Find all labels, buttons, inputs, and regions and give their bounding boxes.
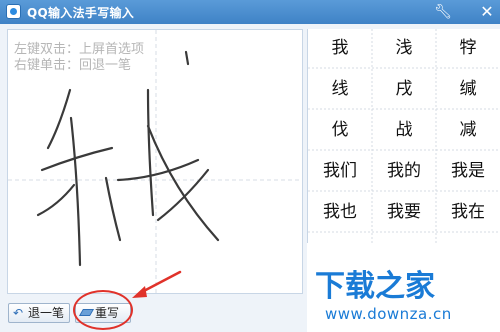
candidate-phrase[interactable]: 我们 <box>308 153 372 190</box>
candidate-char[interactable]: 战 <box>372 112 436 149</box>
undo-stroke-label: 退一笔 <box>28 306 65 320</box>
candidate-char[interactable]: 牸 <box>436 30 500 67</box>
annotation-arrow <box>132 270 182 298</box>
candidate-phrase[interactable]: 我是 <box>436 153 500 190</box>
candidate-phrase[interactable]: 我要 <box>372 194 436 231</box>
watermark-logo: 下载之家 <box>315 269 435 304</box>
stroke-3 <box>69 116 82 267</box>
candidate-char[interactable]: 减 <box>436 112 500 149</box>
candidate-char[interactable]: 我 <box>308 30 372 67</box>
candidate-char[interactable]: 线 <box>308 71 372 108</box>
handwriting-pad[interactable]: 左键双击：上屏首选项 右键单击：回退一笔 <box>7 29 303 294</box>
stroke-8 <box>146 124 220 242</box>
candidate-phrase[interactable]: 我在 <box>436 194 500 231</box>
annotation-circle <box>73 290 133 330</box>
title-bar[interactable]: QQ输入法手写输入 🔧︎ ✕ <box>0 0 500 24</box>
stroke-6 <box>146 88 155 217</box>
candidate-char[interactable]: 戌 <box>372 71 436 108</box>
stroke-5 <box>104 176 122 242</box>
close-icon[interactable]: ✕ <box>478 3 496 21</box>
site-watermark: 下载之家 www.downza.cn <box>307 243 500 332</box>
stroke-2 <box>40 146 114 172</box>
app-logo-icon <box>6 4 21 19</box>
handwritten-strokes <box>36 50 220 267</box>
candidate-char[interactable]: 浅 <box>372 30 436 67</box>
stroke-4 <box>36 183 76 217</box>
stroke-7 <box>116 158 200 182</box>
candidate-panel: 我 浅 牸 线 戌 缄 伐 战 减 我们 我的 我是 我也 我要 我在 <box>307 29 500 243</box>
watermark-url: www.downza.cn <box>325 305 452 323</box>
candidate-phrase[interactable]: 我也 <box>308 194 372 231</box>
stroke-10 <box>184 50 190 66</box>
undo-stroke-button[interactable]: ↶ 退一笔 <box>8 303 70 323</box>
undo-arrow-icon: ↶ <box>13 306 24 320</box>
wrench-icon[interactable]: 🔧︎ <box>434 3 452 21</box>
window-title: QQ输入法手写输入 <box>27 6 135 20</box>
candidate-char[interactable]: 缄 <box>436 71 500 108</box>
candidate-phrase[interactable]: 我的 <box>372 153 436 190</box>
hint-right-click: 右键单击：回退一笔 <box>14 58 132 73</box>
stroke-1 <box>46 88 72 150</box>
handwriting-window: QQ输入法手写输入 🔧︎ ✕ 左键双击：上屏首选项 右键单击：回退一笔 我 浅 … <box>0 0 500 332</box>
candidate-char[interactable]: 伐 <box>308 112 372 149</box>
